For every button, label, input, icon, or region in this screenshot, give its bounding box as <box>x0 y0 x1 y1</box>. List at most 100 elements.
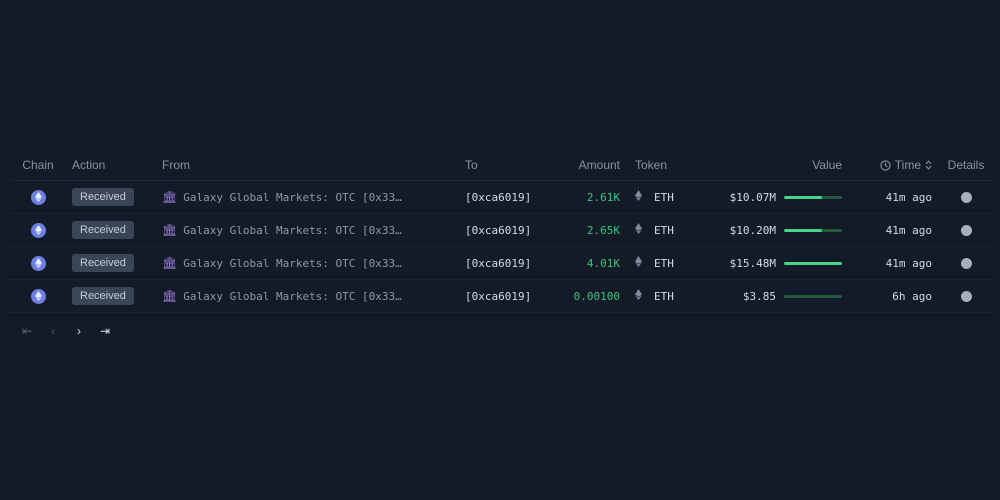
details-cell[interactable] <box>945 214 987 246</box>
time-ago: 6h ago <box>892 289 932 303</box>
value-cell: $10.07M <box>710 181 842 213</box>
value-amount: $10.20M <box>729 223 776 237</box>
header-amount[interactable]: Amount <box>550 150 620 180</box>
details-cell[interactable] <box>945 247 987 279</box>
token-symbol[interactable]: ETH <box>654 290 674 303</box>
to-label[interactable]: [0xca6019] <box>465 191 531 204</box>
from-label[interactable]: Galaxy Global Markets: OTC [0x33… <box>183 191 402 204</box>
clock-icon <box>880 159 891 171</box>
token-symbol[interactable]: ETH <box>654 257 674 270</box>
first-page-button[interactable]: ⇤ <box>14 322 40 340</box>
eth-icon <box>635 190 642 204</box>
table-row[interactable]: Received 🏛 Galaxy Global Markets: OTC [0… <box>10 181 995 214</box>
chain-cell <box>22 214 54 246</box>
details-cell[interactable] <box>945 181 987 213</box>
from-cell[interactable]: 🏛 Galaxy Global Markets: OTC [0x33… <box>162 247 452 279</box>
table-row[interactable]: Received 🏛 Galaxy Global Markets: OTC [0… <box>10 214 995 247</box>
bank-icon: 🏛 <box>162 289 178 303</box>
value-bar <box>784 195 842 199</box>
amount-cell: 2.61K <box>550 181 620 213</box>
from-label[interactable]: Galaxy Global Markets: OTC [0x33… <box>183 290 402 303</box>
header-action[interactable]: Action <box>72 150 152 180</box>
ethereum-chain-icon <box>30 222 46 238</box>
transfers-table: Chain Action From To Amount Token Value … <box>10 150 995 313</box>
value-bar <box>784 261 842 265</box>
header-details: Details <box>947 158 985 172</box>
from-cell[interactable]: 🏛 Galaxy Global Markets: OTC [0x33… <box>162 214 452 246</box>
to-label[interactable]: [0xca6019] <box>465 257 531 270</box>
action-badge: Received <box>72 188 134 206</box>
info-icon[interactable] <box>960 191 972 203</box>
action-cell: Received <box>72 247 152 279</box>
time-cell: 6h ago <box>852 280 932 312</box>
amount-cell: 0.00100 <box>550 280 620 312</box>
bank-icon: 🏛 <box>162 256 178 270</box>
last-page-button[interactable]: ⇥ <box>92 322 118 340</box>
token-cell[interactable]: ETH <box>635 181 705 213</box>
header-value[interactable]: Value <box>710 150 842 180</box>
amount-value: 4.01K <box>586 256 620 270</box>
eth-icon <box>635 223 642 237</box>
sort-icon[interactable] <box>925 160 932 170</box>
action-cell: Received <box>72 214 152 246</box>
amount-value: 2.61K <box>586 190 620 204</box>
action-badge: Received <box>72 254 134 272</box>
action-badge: Received <box>72 221 134 239</box>
pagination: ⇤ ‹ › ⇥ <box>14 322 118 340</box>
time-ago: 41m ago <box>885 223 932 237</box>
info-icon[interactable] <box>960 257 972 269</box>
from-cell[interactable]: 🏛 Galaxy Global Markets: OTC [0x33… <box>162 280 452 312</box>
time-cell: 41m ago <box>852 181 932 213</box>
amount-value: 0.00100 <box>573 289 620 303</box>
table-row[interactable]: Received 🏛 Galaxy Global Markets: OTC [0… <box>10 247 995 280</box>
table-row[interactable]: Received 🏛 Galaxy Global Markets: OTC [0… <box>10 280 995 313</box>
ethereum-chain-icon <box>30 189 46 205</box>
bank-icon: 🏛 <box>162 190 178 204</box>
header-time[interactable]: Time <box>852 150 932 180</box>
ethereum-chain-icon <box>30 255 46 271</box>
from-cell[interactable]: 🏛 Galaxy Global Markets: OTC [0x33… <box>162 181 452 213</box>
token-symbol[interactable]: ETH <box>654 191 674 204</box>
time-cell: 41m ago <box>852 247 932 279</box>
chain-cell <box>22 181 54 213</box>
to-label[interactable]: [0xca6019] <box>465 224 531 237</box>
time-ago: 41m ago <box>885 256 932 270</box>
value-cell: $3.85 <box>710 280 842 312</box>
amount-cell: 2.65K <box>550 214 620 246</box>
chain-cell <box>22 280 54 312</box>
value-bar-fill <box>784 261 842 265</box>
amount-value: 2.65K <box>586 223 620 237</box>
next-page-button[interactable]: › <box>66 322 92 340</box>
from-label[interactable]: Galaxy Global Markets: OTC [0x33… <box>183 224 402 237</box>
header-token[interactable]: Token <box>635 150 705 180</box>
info-icon[interactable] <box>960 224 972 236</box>
header-chain[interactable]: Chain <box>22 150 54 180</box>
action-cell: Received <box>72 181 152 213</box>
time-cell: 41m ago <box>852 214 932 246</box>
value-amount: $3.85 <box>742 289 776 303</box>
table-body: Received 🏛 Galaxy Global Markets: OTC [0… <box>10 181 995 313</box>
amount-cell: 4.01K <box>550 247 620 279</box>
value-bar-fill <box>784 228 823 232</box>
token-cell[interactable]: ETH <box>635 247 705 279</box>
value-bar <box>784 228 842 232</box>
action-badge: Received <box>72 287 134 305</box>
prev-page-button[interactable]: ‹ <box>40 322 66 340</box>
table-header: Chain Action From To Amount Token Value … <box>10 150 995 181</box>
token-cell[interactable]: ETH <box>635 280 705 312</box>
chain-cell <box>22 247 54 279</box>
eth-icon <box>635 256 642 270</box>
ethereum-chain-icon <box>30 288 46 304</box>
to-label[interactable]: [0xca6019] <box>465 290 531 303</box>
value-amount: $10.07M <box>729 190 776 204</box>
value-bar-fill <box>784 195 822 199</box>
eth-icon <box>635 289 642 303</box>
token-cell[interactable]: ETH <box>635 214 705 246</box>
value-cell: $15.48M <box>710 247 842 279</box>
info-icon[interactable] <box>960 290 972 302</box>
details-cell[interactable] <box>945 280 987 312</box>
header-from[interactable]: From <box>162 150 452 180</box>
from-label[interactable]: Galaxy Global Markets: OTC [0x33… <box>183 257 402 270</box>
token-symbol[interactable]: ETH <box>654 224 674 237</box>
value-amount: $15.48M <box>729 256 776 270</box>
